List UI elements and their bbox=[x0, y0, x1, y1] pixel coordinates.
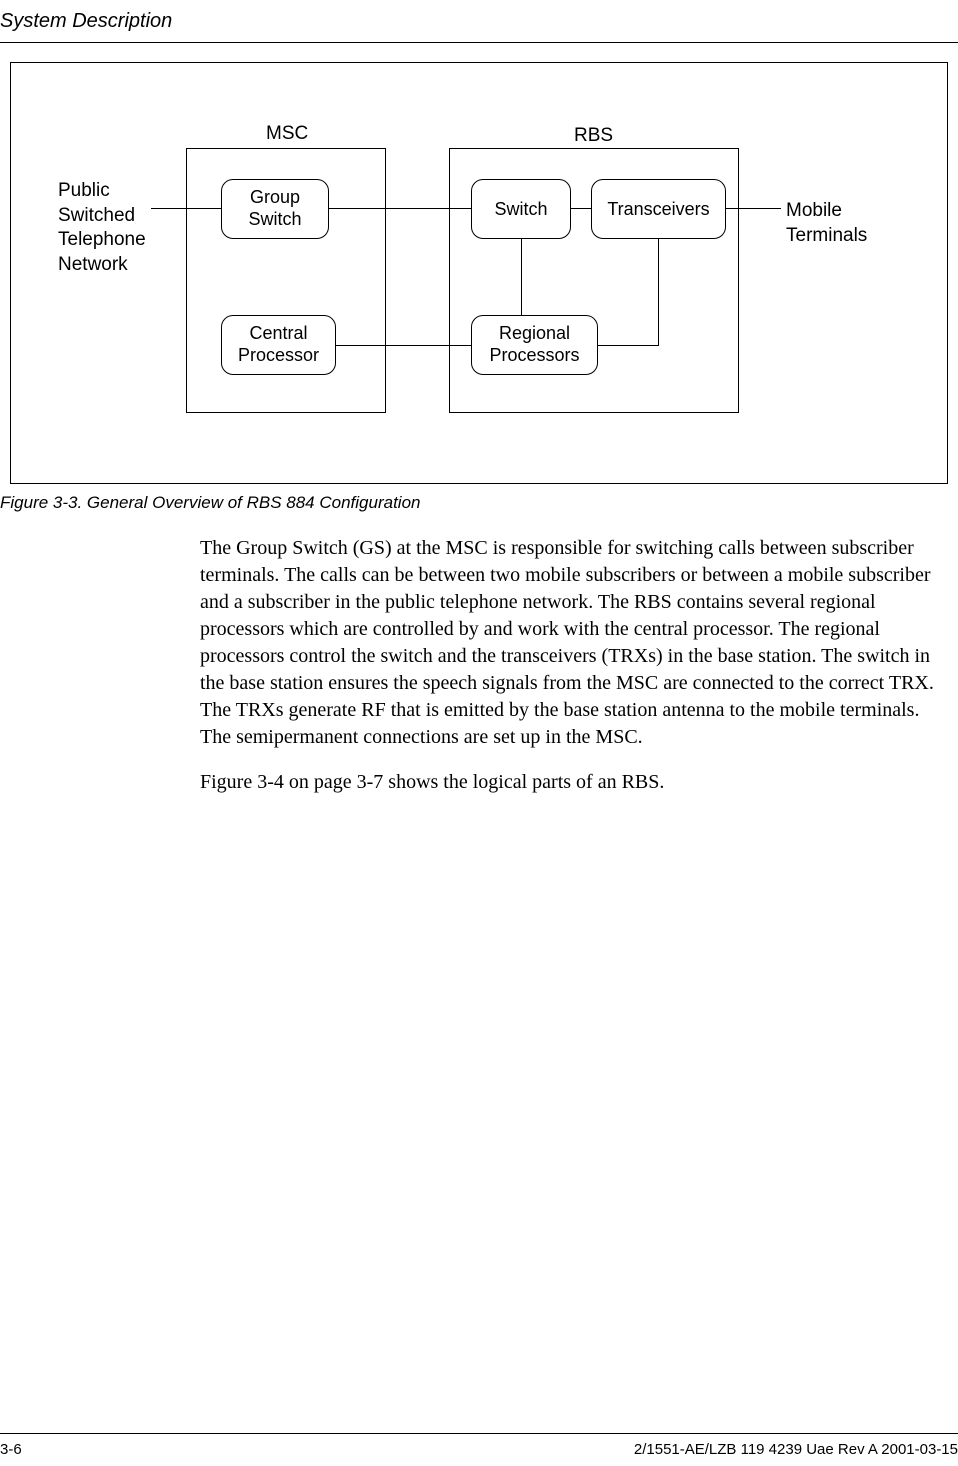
footer-rule bbox=[0, 1433, 958, 1434]
transceivers-node: Transceivers bbox=[591, 179, 726, 239]
pstn-label: PublicSwitchedTelephoneNetwork bbox=[58, 179, 146, 278]
line-switch-rp bbox=[521, 239, 522, 315]
line-switch-trx bbox=[571, 208, 591, 209]
body-text: The Group Switch (GS) at the MSC is resp… bbox=[200, 535, 950, 814]
line-trx-rp-h bbox=[598, 345, 659, 346]
figure-caption: Figure 3-3. General Overview of RBS 884 … bbox=[0, 493, 420, 513]
line-trx-mobile bbox=[726, 208, 781, 209]
paragraph-1: The Group Switch (GS) at the MSC is resp… bbox=[200, 535, 950, 751]
msc-label: MSC bbox=[266, 123, 308, 145]
regional-processors-node: RegionalProcessors bbox=[471, 315, 598, 375]
line-pstn-gs bbox=[151, 208, 221, 209]
central-processor-node: CentralProcessor bbox=[221, 315, 336, 375]
mobile-terminals-label: MobileTerminals bbox=[786, 199, 867, 248]
page-number: 3-6 bbox=[0, 1441, 22, 1458]
paragraph-2: Figure 3-4 on page 3-7 shows the logical… bbox=[200, 769, 950, 796]
switch-node: Switch bbox=[471, 179, 571, 239]
line-trx-down bbox=[658, 239, 659, 345]
figure-box: MSC RBS GroupSwitch CentralProcessor Swi… bbox=[10, 62, 948, 484]
document-id: 2/1551-AE/LZB 119 4239 Uae Rev A 2001-03… bbox=[634, 1441, 958, 1458]
page-header-title: System Description bbox=[0, 10, 172, 33]
line-gs-switch bbox=[329, 208, 471, 209]
line-cp-rp bbox=[336, 345, 471, 346]
rbs-label: RBS bbox=[574, 125, 613, 147]
group-switch-node: GroupSwitch bbox=[221, 179, 329, 239]
header-rule bbox=[0, 42, 958, 43]
